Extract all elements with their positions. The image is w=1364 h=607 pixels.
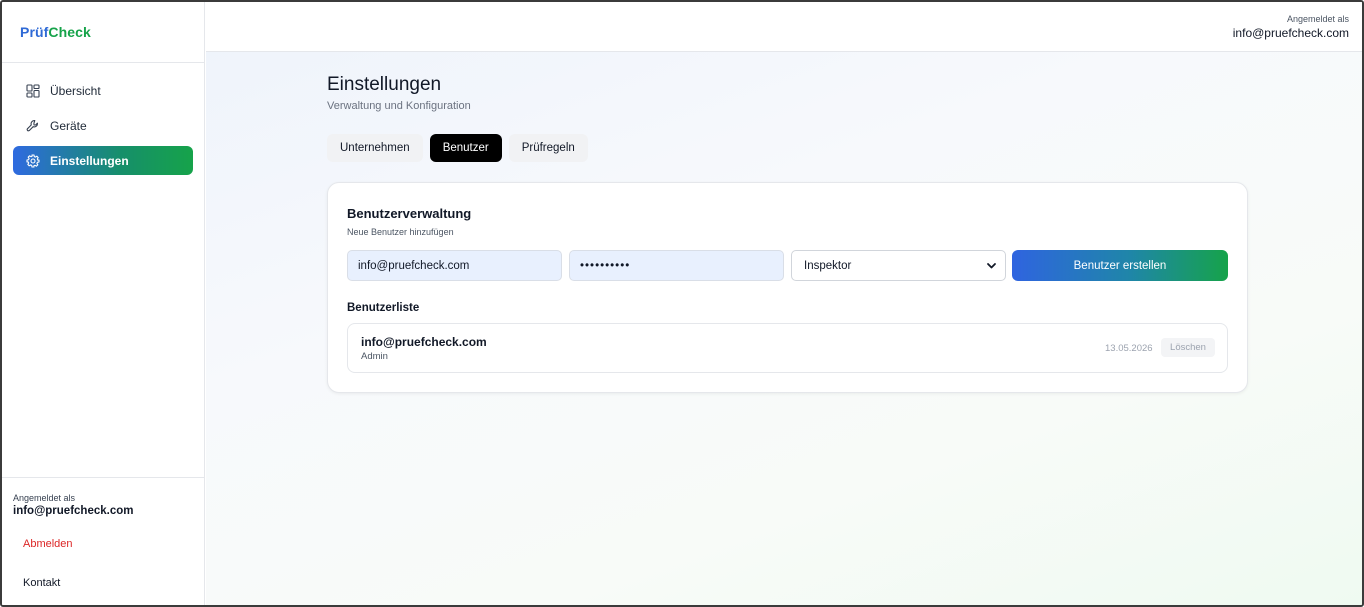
topbar-user-email: info@pruefcheck.com xyxy=(1232,26,1349,40)
gear-icon xyxy=(26,153,40,168)
user-management-card: Benutzerverwaltung Neue Benutzer hinzufü… xyxy=(327,182,1248,393)
user-email: info@pruefcheck.com xyxy=(361,335,487,349)
card-title: Benutzerverwaltung xyxy=(347,206,472,221)
sidebar-footer: Angemeldet als info@pruefcheck.com Abmel… xyxy=(2,477,204,605)
sidebar-item-label: Übersicht xyxy=(50,83,101,98)
page-title: Einstellungen xyxy=(327,74,442,95)
tab-pruefregeln[interactable]: Prüfregeln xyxy=(508,134,588,162)
main-content: Angemeldet als info@pruefcheck.com Einst… xyxy=(206,2,1362,605)
sidebar-item-uebersicht[interactable]: Übersicht xyxy=(13,76,193,105)
sidebar: Prüf Check Übersicht Geräte Einstellunge… xyxy=(2,2,205,605)
brand-part-2: Check xyxy=(48,24,91,40)
sidebar-item-label: Geräte xyxy=(50,118,87,133)
sidebar-item-geraete[interactable]: Geräte xyxy=(13,111,193,140)
role-select-value: Inspektor xyxy=(804,259,852,272)
chevron-down-icon xyxy=(986,260,997,271)
wrench-icon xyxy=(26,119,40,133)
tab-unternehmen[interactable]: Unternehmen xyxy=(327,134,423,162)
dashboard-grid-icon xyxy=(26,83,40,98)
tab-benutzer[interactable]: Benutzer xyxy=(429,134,502,162)
create-user-button[interactable]: Benutzer erstellen xyxy=(1012,250,1228,281)
contact-link[interactable]: Kontakt xyxy=(23,577,60,589)
user-list-title: Benutzerliste xyxy=(347,302,420,314)
app-window: Prüf Check Übersicht Geräte Einstellunge… xyxy=(0,0,1364,607)
delete-user-button[interactable]: Löschen xyxy=(1161,338,1215,357)
brand-part-1: Prüf xyxy=(20,24,49,40)
sidebar-nav: Übersicht Geräte Einstellungen xyxy=(2,63,204,175)
list-item: info@pruefcheck.com Admin 13.05.2026 Lös… xyxy=(347,323,1228,373)
page-subtitle: Verwaltung und Konfiguration xyxy=(327,100,471,112)
sidebar-user-label: Angemeldet als xyxy=(13,493,76,503)
password-field[interactable] xyxy=(569,250,784,281)
user-role: Admin xyxy=(361,351,388,362)
card-subtitle: Neue Benutzer hinzufügen xyxy=(347,227,454,237)
sidebar-user-email: info@pruefcheck.com xyxy=(13,505,134,517)
role-select[interactable]: Inspektor xyxy=(791,250,1006,281)
user-created-date: 13.05.2026 xyxy=(1105,343,1153,354)
sidebar-item-label: Einstellungen xyxy=(50,153,129,168)
logout-link[interactable]: Abmelden xyxy=(23,538,73,550)
top-bar: Angemeldet als info@pruefcheck.com xyxy=(206,2,1362,52)
sidebar-item-einstellungen[interactable]: Einstellungen xyxy=(13,146,193,175)
topbar-user-label: Angemeldet als xyxy=(1286,14,1349,24)
brand-logo[interactable]: Prüf Check xyxy=(2,2,204,63)
email-field[interactable] xyxy=(347,250,562,281)
settings-tabs: Unternehmen Benutzer Prüfregeln xyxy=(327,134,588,162)
